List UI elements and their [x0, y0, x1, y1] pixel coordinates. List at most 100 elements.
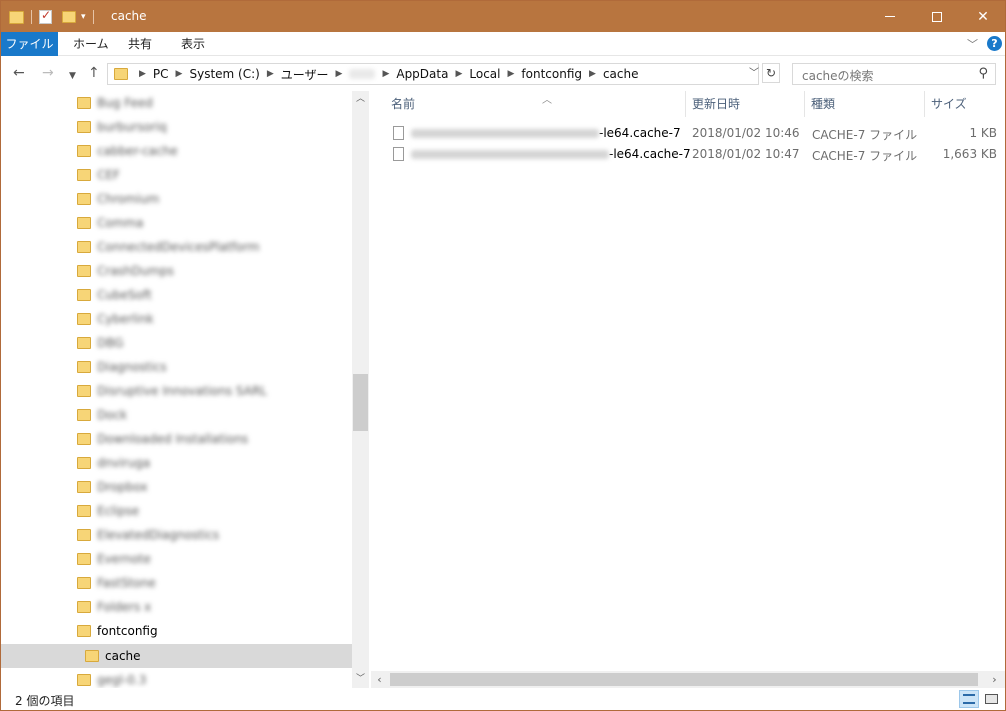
- tree-item[interactable]: dnviruga: [77, 451, 150, 475]
- breadcrumb-system-drive[interactable]: System (C:): [189, 67, 259, 81]
- qat-separator: [31, 10, 32, 24]
- folder-icon: [77, 625, 91, 637]
- tree-item[interactable]: ConnectedDevicesPlatform: [77, 235, 260, 259]
- ribbon-expand-chevron-icon[interactable]: ﹀: [967, 36, 978, 52]
- item-count: 2 個の項目: [15, 694, 75, 708]
- tree-item[interactable]: burbursoriq: [77, 115, 167, 139]
- details-view-button[interactable]: [959, 690, 979, 708]
- breadcrumb-fontconfig[interactable]: fontconfig: [521, 67, 582, 81]
- recent-locations-chevron-icon[interactable]: ▼: [69, 68, 76, 84]
- address-bar[interactable]: ▶ PC ▶ System (C:) ▶ ユーザー ▶ ▶ AppData ▶ …: [107, 63, 759, 85]
- file-name-suffix: -le64.cache-7: [609, 147, 691, 161]
- large-icons-view-icon: [985, 694, 998, 704]
- close-button[interactable]: ✕: [960, 1, 1006, 32]
- breadcrumb-users[interactable]: ユーザー: [281, 66, 329, 83]
- folder-icon: [77, 433, 91, 445]
- scroll-right-chevron-icon[interactable]: ›: [986, 671, 1003, 688]
- folder-icon: [77, 481, 91, 493]
- tree-item[interactable]: CEF: [77, 163, 120, 187]
- tree-item[interactable]: Cyberlink: [77, 307, 154, 331]
- file-date: 2018/01/02 10:47: [692, 147, 800, 161]
- address-dropdown-chevron-icon[interactable]: ﹀: [749, 64, 759, 79]
- table-row[interactable]: -le64.cache-7 2018/01/02 10:46 CACHE-7 フ…: [387, 123, 1003, 144]
- search-input[interactable]: cacheの検索 ⚲: [792, 63, 996, 85]
- chevron-right-icon[interactable]: ▶: [382, 69, 389, 79]
- chevron-right-icon[interactable]: ▶: [508, 69, 515, 79]
- column-header-name[interactable]: 名前 ︿: [385, 91, 685, 117]
- file-icon: [393, 126, 404, 140]
- folder-icon: [77, 241, 91, 253]
- breadcrumb-username-redacted[interactable]: [349, 69, 376, 79]
- chevron-right-icon[interactable]: ▶: [336, 69, 343, 79]
- tree-item[interactable]: Chromium: [77, 187, 159, 211]
- tree-item[interactable]: Downloaded Installations: [77, 427, 248, 451]
- file-list-horizontal-scrollbar[interactable]: ‹ ›: [371, 671, 1005, 688]
- file-name: -le64.cache-7: [411, 126, 681, 140]
- help-icon[interactable]: ?: [987, 36, 1002, 51]
- up-arrow-icon[interactable]: ↑: [88, 65, 100, 81]
- tree-item[interactable]: Eclipse: [77, 499, 139, 523]
- minimize-button[interactable]: [867, 1, 913, 32]
- tree-item[interactable]: CubeSoft: [77, 283, 152, 307]
- breadcrumb-cache[interactable]: cache: [603, 67, 639, 81]
- status-bar: 2 個の項目: [1, 688, 1005, 710]
- column-header-size[interactable]: サイズ: [925, 91, 1005, 117]
- back-arrow-icon[interactable]: ←: [13, 65, 25, 81]
- table-row[interactable]: -le64.cache-7 2018/01/02 10:47 CACHE-7 フ…: [387, 144, 1003, 165]
- search-icon[interactable]: ⚲: [978, 66, 988, 81]
- tree-item[interactable]: DBG: [77, 331, 124, 355]
- tree-item-fontconfig[interactable]: fontconfig: [77, 619, 158, 643]
- tree-item-label-redacted: Comma: [97, 216, 144, 230]
- chevron-right-icon[interactable]: ▶: [589, 69, 596, 79]
- tab-share[interactable]: 共有: [118, 32, 162, 56]
- tree-item[interactable]: Bug Feed: [77, 91, 153, 115]
- tree-item[interactable]: CrashDumps: [77, 259, 174, 283]
- tree-item[interactable]: FastStone: [77, 571, 156, 595]
- breadcrumb-appdata[interactable]: AppData: [396, 67, 448, 81]
- tree-item[interactable]: Diagnostics: [77, 355, 167, 379]
- tree-item-label: cache: [105, 649, 141, 663]
- tree-item[interactable]: gegl-0.3: [77, 668, 146, 688]
- tree-item[interactable]: cabber-cache: [77, 139, 178, 163]
- scroll-up-chevron-icon[interactable]: ︿: [352, 91, 369, 108]
- tree-item[interactable]: ElevatedDiagnostics: [77, 523, 219, 547]
- tab-file[interactable]: ファイル: [1, 32, 58, 56]
- properties-icon[interactable]: [39, 8, 52, 24]
- qat-customize-chevron-icon[interactable]: ▾: [81, 12, 86, 22]
- tree-item-cache[interactable]: cache: [1, 644, 352, 668]
- tree-item[interactable]: Dock: [77, 403, 127, 427]
- tree-item[interactable]: Comma: [77, 211, 143, 235]
- folder-icon: [77, 553, 91, 565]
- scroll-left-chevron-icon[interactable]: ‹: [371, 671, 388, 688]
- tree-item[interactable]: Evernote: [77, 547, 151, 571]
- tree-item-label-redacted: Bug Feed: [97, 96, 153, 110]
- scrollbar-thumb[interactable]: [390, 673, 978, 686]
- chevron-right-icon[interactable]: ▶: [455, 69, 462, 79]
- chevron-right-icon[interactable]: ▶: [176, 69, 183, 79]
- tree-item-label-redacted: Dropbox: [97, 480, 148, 494]
- scrollbar-thumb[interactable]: [353, 374, 368, 431]
- tree-item[interactable]: Disruptive Innovations SARL: [77, 379, 267, 403]
- folder-icon: [77, 409, 91, 421]
- tab-view[interactable]: 表示: [171, 32, 215, 56]
- column-header-type[interactable]: 種類: [805, 91, 924, 117]
- file-type: CACHE-7 ファイル: [812, 149, 918, 163]
- tab-home[interactable]: ホーム: [63, 32, 119, 56]
- breadcrumb-pc[interactable]: PC: [153, 67, 169, 81]
- folder-icon: [77, 457, 91, 469]
- ribbon-tabs: ファイル ホーム 共有 表示 ﹀ ?: [1, 32, 1005, 56]
- tree-item[interactable]: Dropbox: [77, 475, 148, 499]
- maximize-button[interactable]: [914, 1, 960, 32]
- chevron-right-icon[interactable]: ▶: [139, 69, 146, 79]
- breadcrumb-local[interactable]: Local: [469, 67, 500, 81]
- chevron-right-icon[interactable]: ▶: [267, 69, 274, 79]
- new-folder-icon[interactable]: [62, 11, 76, 23]
- scroll-down-chevron-icon[interactable]: ﹀: [352, 671, 369, 688]
- large-icons-view-button[interactable]: [981, 690, 1001, 708]
- column-header-date[interactable]: 更新日時: [686, 91, 804, 117]
- tree-item[interactable]: Folders x: [77, 595, 151, 619]
- navigation-pane-scrollbar[interactable]: ︿ ﹀: [352, 91, 369, 688]
- refresh-button[interactable]: ↻: [762, 63, 780, 83]
- forward-arrow-icon[interactable]: →: [42, 65, 54, 81]
- folder-icon: [77, 289, 91, 301]
